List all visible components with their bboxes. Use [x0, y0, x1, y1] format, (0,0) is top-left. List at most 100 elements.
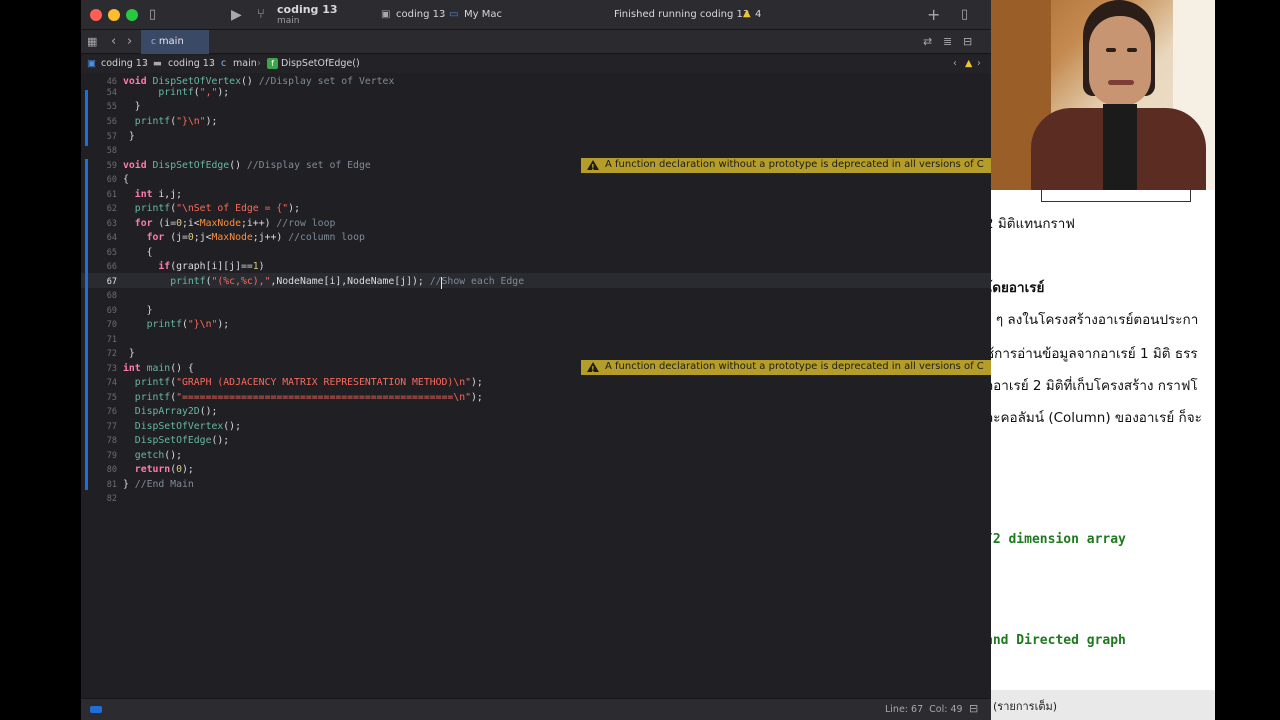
function-icon: f	[267, 58, 278, 69]
code-line: printf("================================…	[134, 392, 483, 403]
warning-icon[interactable]: ▲	[743, 8, 751, 19]
code-line: printf("}\n");	[146, 319, 230, 330]
line-number: 56	[106, 117, 117, 127]
zoom-window-button[interactable]	[126, 9, 138, 21]
line-number: 80	[106, 465, 117, 475]
code-line: return(0);	[134, 464, 194, 475]
editor-options-icon[interactable]: ≣	[943, 30, 952, 54]
line-number: 75	[106, 393, 117, 403]
scheme-icon: ▣	[381, 9, 391, 20]
code-line: if(graph[i][j]==1)	[158, 261, 265, 272]
code-line: {	[123, 247, 153, 258]
cursor-position: Line: 67 Col: 49	[885, 704, 963, 715]
line-number: 55	[106, 102, 117, 112]
code-line: DispSetOfVertex();	[134, 421, 241, 432]
warning-icon	[587, 160, 599, 173]
tab-bar: ▦ ‹ › c main ⇄ ≣ ⊟	[81, 30, 991, 54]
tab-main[interactable]: c main	[141, 30, 209, 54]
line-number: 78	[106, 436, 117, 446]
code-line: for (j=0;j<MaxNode;j++) //column loop	[146, 232, 365, 243]
line-number: 82	[106, 494, 117, 504]
code-line: for (i=0;i<MaxNode;i++) //row loop	[134, 218, 336, 229]
warning-annotation[interactable]: A function declaration without a prototy…	[581, 158, 991, 173]
breadcrumb-file[interactable]: main	[233, 55, 257, 73]
breadcrumb-project[interactable]: coding 13	[101, 55, 148, 73]
add-icon[interactable]: +	[927, 0, 940, 30]
breadcrumb-separator: ›	[143, 58, 147, 69]
code-line: }	[123, 101, 141, 112]
close-window-button[interactable]	[90, 9, 102, 21]
destination-selector[interactable]: My Mac	[464, 9, 502, 20]
line-number: 68	[106, 291, 117, 301]
next-issue-icon[interactable]: ›	[977, 55, 981, 73]
issue-warning-icon[interactable]: ▲	[965, 55, 972, 73]
warning-annotation[interactable]: A function declaration without a prototy…	[581, 360, 991, 375]
document-viewer: 2 มิติแทนกราฟ โดยอาเรย์ ง ๆ ลงในโครงสร้า…	[991, 190, 1215, 690]
code-line: void DispSetOfEdge() //Display set of Ed…	[123, 160, 371, 171]
status-bar: Line: 67 Col: 49 ⊟	[81, 698, 991, 720]
title-bar: ▯ ▶ ⑂ coding 13 main ▣ coding 13 › ▭ My …	[81, 0, 991, 30]
split-editor-icon[interactable]: ⊟	[963, 30, 972, 54]
line-number: 69	[106, 306, 117, 316]
letterbox-right	[1215, 0, 1280, 720]
branch-icon: ⑂	[257, 7, 265, 22]
refresh-icon[interactable]: ⇄	[923, 30, 932, 54]
person-mouth	[1108, 80, 1134, 85]
inspector-toggle-icon[interactable]: ▯	[961, 0, 968, 30]
breadcrumb-function[interactable]: DispSetOfEdge()	[281, 55, 360, 73]
line-number: 60	[106, 175, 117, 185]
line-number-gutter: 46 54 55 56 57 58 59 60 61 62 63 64 65 66 67 68 69 70 71 72…	[81, 74, 117, 696]
line-number: 64	[106, 233, 117, 243]
warning-count[interactable]: 4	[755, 9, 761, 20]
document-taskbar: (รายการเต็ม)	[991, 690, 1215, 720]
code-line: {	[123, 174, 129, 185]
scheme-separator: ›	[441, 9, 445, 20]
line-number: 74	[106, 378, 117, 388]
line-number: 66	[106, 262, 117, 272]
grid-icon[interactable]: ▦	[87, 30, 97, 54]
scheme-selector[interactable]: coding 13	[396, 9, 445, 20]
doc-heading: โดยอาเรย์	[991, 280, 1045, 296]
webcam-overlay	[991, 0, 1215, 192]
line-number: 61	[106, 190, 117, 200]
breadcrumb-folder[interactable]: coding 13	[168, 55, 215, 73]
line-number: 54	[106, 88, 117, 98]
c-file-icon: c	[221, 58, 227, 69]
code-line: } //End Main	[123, 479, 194, 490]
line-number: 59	[106, 161, 117, 171]
doc-code-comment: and Directed graph	[991, 633, 1126, 648]
xcode-window: ▯ ▶ ⑂ coding 13 main ▣ coding 13 › ▭ My …	[81, 0, 991, 720]
line-number: 67	[106, 277, 117, 287]
forward-icon[interactable]: ›	[127, 30, 132, 54]
breadcrumb: ▣ coding 13 › ▬ coding 13 › c main › f D…	[81, 55, 991, 73]
project-icon: ▣	[87, 58, 96, 69]
code-editor[interactable]: 46 54 55 56 57 58 59 60 61 62 63 64 65 66 67 68 69 70 71 72…	[81, 74, 991, 696]
back-icon[interactable]: ‹	[111, 30, 116, 54]
line-number: 81	[106, 480, 117, 490]
c-file-icon: c	[151, 37, 159, 47]
debug-area-toggle-icon[interactable]	[90, 706, 102, 713]
sidebar-toggle-icon[interactable]: ▯	[149, 0, 156, 30]
line-number: 65	[106, 248, 117, 258]
person-eye	[1127, 48, 1137, 52]
code-line: int main() {	[123, 363, 194, 374]
panel-toggle-icon[interactable]: ⊟	[969, 702, 978, 715]
code-line: printf("\nSet of Edge = {");	[134, 203, 300, 214]
code-line: }	[123, 131, 135, 142]
doc-text-line: ช้การอ่านข้อมูลจากอาเรย์ 1 มิติ ธรร	[991, 346, 1198, 362]
prev-issue-icon[interactable]: ‹	[953, 55, 957, 73]
minimize-window-button[interactable]	[108, 9, 120, 21]
warning-icon	[587, 362, 599, 375]
code-line: DispArray2D();	[134, 406, 218, 417]
line-number: 71	[106, 335, 117, 345]
run-button-icon[interactable]: ▶	[231, 0, 242, 30]
code-line: printf("GRAPH (ADJACENCY MATRIX REPRESEN…	[134, 377, 483, 388]
line-number: 58	[106, 146, 117, 156]
breadcrumb-separator: ›	[257, 58, 261, 69]
doc-text-line: ง ๆ ลงในโครงสร้างอาเรย์ตอนประกา	[991, 312, 1199, 328]
doc-text-line: ถอาเรย์ 2 มิติที่เก็บโครงสร้าง กราฟโ	[991, 378, 1198, 394]
person-undershirt	[1103, 104, 1137, 192]
line-number: 72	[106, 349, 117, 359]
doc-table-fragment	[1041, 190, 1191, 202]
project-title: coding 13	[277, 3, 338, 16]
